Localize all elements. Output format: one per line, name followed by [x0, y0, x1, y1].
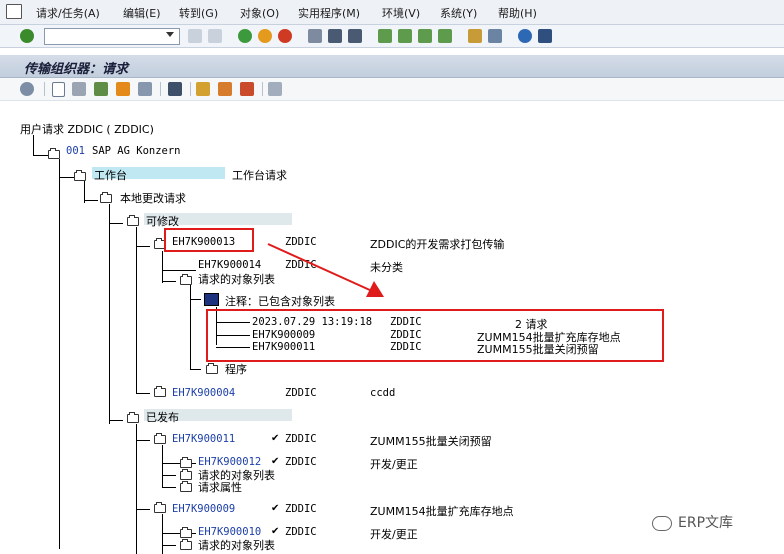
- annotation-arrow-icon: [267, 243, 384, 297]
- menu-system[interactable]: 系统(Y): [440, 5, 477, 21]
- command-field[interactable]: [44, 28, 180, 45]
- import-icon[interactable]: [240, 82, 254, 96]
- print-icon[interactable]: [308, 29, 322, 43]
- menu-utilities[interactable]: 实用程序(M): [298, 5, 360, 21]
- standard-toolbar: [0, 25, 784, 48]
- layout-menu-icon[interactable]: [538, 29, 552, 43]
- cancel-icon[interactable]: [278, 29, 292, 43]
- tree-icon[interactable]: [94, 82, 108, 96]
- page-title: 传输组织器：请求: [24, 62, 129, 77]
- menu-help[interactable]: 帮助(H): [498, 5, 537, 21]
- next-page-icon[interactable]: [418, 29, 432, 43]
- transport-icon[interactable]: [196, 82, 210, 96]
- toolbar-divider: [190, 82, 191, 96]
- create-icon[interactable]: [52, 82, 65, 97]
- toolbar-divider: [44, 82, 45, 96]
- find-icon[interactable]: [328, 29, 342, 43]
- toolbar-divider: [160, 82, 161, 96]
- first-page-icon[interactable]: [378, 29, 392, 43]
- new-session-icon[interactable]: [468, 29, 482, 43]
- shortcut-icon[interactable]: [488, 29, 502, 43]
- menu-bar: 请求/任务(A) 编辑(E) 转到(G) 对象(O) 实用程序(M) 环境(V)…: [0, 0, 784, 25]
- enter-check-icon[interactable]: [20, 29, 34, 43]
- menu-object[interactable]: 对象(O): [240, 5, 279, 21]
- find-next-icon[interactable]: [348, 29, 362, 43]
- owner-icon[interactable]: [168, 82, 182, 96]
- watermark-text: ERP文库: [678, 515, 734, 531]
- release-icon[interactable]: [116, 82, 130, 96]
- truck-icon[interactable]: [218, 82, 232, 96]
- title-bar: 传输组织器：请求: [0, 55, 784, 78]
- request-tree: 用户请求 ZDDIC ( ZDDIC) 001 SAP AG Konzern 工…: [0, 101, 784, 554]
- documentation-icon[interactable]: [268, 82, 282, 96]
- wechat-icon: [652, 515, 672, 531]
- menu-environment[interactable]: 环境(V): [382, 5, 420, 21]
- menu-edit[interactable]: 编辑(E): [123, 5, 161, 21]
- help-icon[interactable]: [518, 29, 532, 43]
- glasses-icon[interactable]: [72, 82, 86, 96]
- back-chevron-icon[interactable]: [188, 29, 202, 43]
- sap-menu-icon[interactable]: [6, 4, 22, 19]
- watermark: ERP文库: [652, 512, 733, 532]
- chevron-down-icon[interactable]: [166, 32, 174, 37]
- toolbar-divider: [262, 82, 263, 96]
- display-change-icon[interactable]: [20, 82, 34, 96]
- exit-icon[interactable]: [258, 29, 272, 43]
- application-toolbar: [0, 78, 784, 101]
- back-icon[interactable]: [238, 29, 252, 43]
- delete-icon[interactable]: [138, 82, 152, 96]
- last-page-icon[interactable]: [438, 29, 452, 43]
- menu-goto[interactable]: 转到(G): [179, 5, 218, 21]
- previous-page-icon[interactable]: [398, 29, 412, 43]
- menu-request-task[interactable]: 请求/任务(A): [36, 5, 100, 21]
- save-icon[interactable]: [208, 29, 222, 43]
